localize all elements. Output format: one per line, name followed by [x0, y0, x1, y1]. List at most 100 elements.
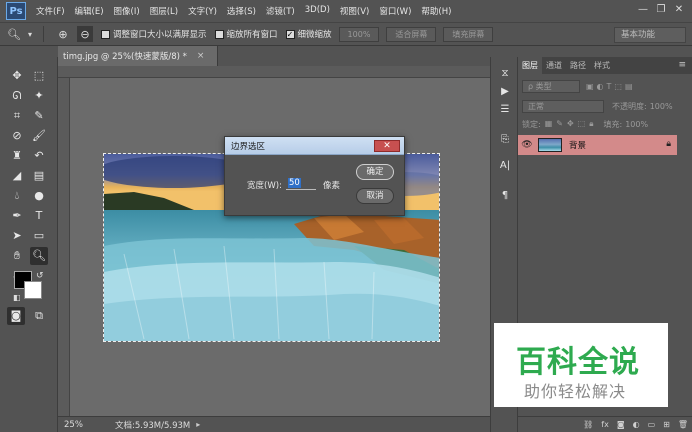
zoom-tool-icon[interactable]: 🔍︎	[30, 247, 48, 265]
type-tool-icon[interactable]: T	[30, 207, 48, 225]
minimize-button[interactable]: —	[634, 3, 652, 17]
layer-row-background[interactable]: 👁︎ 背景 🔒︎	[518, 135, 677, 155]
eraser-tool-icon[interactable]: ◢	[8, 167, 26, 185]
path-selection-tool-icon[interactable]: ➤	[8, 227, 26, 245]
healing-brush-tool-icon[interactable]: ⊘	[8, 127, 26, 145]
eyedropper-tool-icon[interactable]: ✎	[30, 107, 48, 125]
document-tab[interactable]: timg.jpg @ 25%(快速蒙版/8) * ×	[58, 46, 218, 66]
watermark-logo: 百科全说 助你轻松解决	[494, 323, 668, 407]
layer-name: 背景	[569, 141, 587, 151]
mask-icon[interactable]: ◙	[617, 420, 625, 429]
zoom-tool-icon[interactable]: 🔍︎	[6, 26, 22, 42]
menu-help[interactable]: 帮助(H)	[421, 5, 451, 17]
tool-preset-chevron-icon[interactable]: ▾	[22, 26, 38, 42]
hand-tool-icon[interactable]: ✋︎	[8, 247, 26, 265]
dodge-tool-icon[interactable]: ●	[30, 187, 48, 205]
width-input[interactable]: 50	[286, 177, 316, 190]
history-panel-icon[interactable]: ⧖	[496, 65, 514, 83]
resize-windows-checkbox[interactable]: 调整窗口大小以满屏显示	[101, 28, 207, 40]
lock-row: 锁定: ▦✎✥⬚🔒︎ 填充: 100%	[518, 115, 692, 133]
vertical-ruler[interactable]	[58, 78, 70, 416]
zoom-in-icon[interactable]: ⊕	[55, 26, 71, 42]
menu-window[interactable]: 窗口(W)	[379, 5, 411, 17]
tab-channels[interactable]: 通道	[542, 57, 566, 74]
opacity-label: 不透明度:	[612, 101, 647, 111]
menu-file[interactable]: 文件(F)	[36, 5, 65, 17]
move-tool-icon[interactable]: ✥	[8, 67, 26, 85]
tab-paths[interactable]: 路径	[566, 57, 590, 74]
menu-select[interactable]: 选择(S)	[227, 5, 256, 17]
group-icon[interactable]: ▭	[648, 420, 656, 429]
checkbox-box[interactable]	[214, 29, 224, 39]
fx-icon[interactable]: fx	[601, 420, 609, 429]
layer-filter-select[interactable]: ρ 类型	[522, 79, 580, 93]
actions-panel-icon[interactable]: ▶	[496, 83, 514, 101]
fit-screen-button[interactable]: 适合屏幕	[386, 26, 437, 42]
zoom-all-windows-checkbox[interactable]: 缩放所有窗口	[214, 28, 278, 40]
photoshop-logo: Ps	[6, 2, 26, 20]
visibility-eye-icon[interactable]: 👁︎	[518, 140, 536, 150]
trash-icon[interactable]: 🗑︎	[678, 420, 688, 429]
watermark-title: 百科全说	[516, 345, 640, 380]
menu-image[interactable]: 图像(I)	[114, 5, 140, 17]
ok-button[interactable]: 确定	[356, 164, 394, 180]
checkbox-box[interactable]	[101, 29, 110, 39]
brush-tool-icon[interactable]: 🖌︎	[30, 127, 48, 145]
zoom-all-windows-label: 缩放所有窗口	[226, 30, 278, 40]
menu-filter[interactable]: 滤镜(T)	[266, 5, 295, 17]
menu-type[interactable]: 文字(Y)	[188, 5, 217, 17]
tab-styles[interactable]: 样式	[590, 57, 614, 74]
background-color-swatch[interactable]	[24, 281, 42, 299]
panel-menu-icon[interactable]: ≡	[678, 60, 686, 70]
filter-icons[interactable]: ▣◐T⬚▤	[586, 82, 636, 91]
menu-layer[interactable]: 图层(L)	[150, 5, 178, 17]
zoom-level[interactable]: 25%	[58, 420, 90, 430]
new-layer-icon[interactable]: ⊞	[663, 420, 670, 429]
pen-tool-icon[interactable]: ✒	[8, 207, 26, 225]
character-panel-icon[interactable]: A|	[496, 157, 514, 175]
blend-mode-select[interactable]: 正常	[522, 99, 604, 113]
blur-tool-icon[interactable]: 💧︎	[8, 187, 26, 205]
scrubby-zoom-checkbox[interactable]: ✓ 细微缩放	[285, 28, 332, 40]
swap-colors-icon[interactable]: ↺	[36, 271, 44, 281]
cancel-button[interactable]: 取消	[356, 188, 394, 204]
dialog-close-button[interactable]: ✕	[374, 140, 400, 152]
fill-value[interactable]: 100%	[625, 120, 648, 129]
marquee-tool-icon[interactable]: ⬚	[30, 67, 48, 85]
horizontal-ruler[interactable]	[58, 66, 490, 78]
checkbox-checked-icon[interactable]: ✓	[285, 29, 295, 39]
history-brush-tool-icon[interactable]: ↶	[30, 147, 48, 165]
crop-tool-icon[interactable]: ⌗	[8, 107, 26, 125]
dialog-title: 边界选区	[231, 141, 266, 152]
workspace-select[interactable]: 基本功能	[614, 27, 686, 43]
zoom-out-icon[interactable]: ⊖	[77, 26, 93, 42]
menu-3d[interactable]: 3D(D)	[305, 5, 330, 17]
restore-button[interactable]: ❐	[652, 3, 670, 17]
panel-tabs: 图层 通道 路径 样式	[518, 57, 692, 74]
opacity-value[interactable]: 100%	[650, 102, 673, 111]
link-icon[interactable]: ⛓	[583, 420, 593, 429]
tools-panel: ✥ ⬚ ᘏ ✦ ⌗ ✎ ⊘ 🖌︎ ♜ ↶ ◢ ▤ 💧︎ ● ✒ T ➤ ▭ ✋︎…	[0, 57, 58, 432]
resize-windows-label: 调整窗口大小以满屏显示	[113, 30, 207, 40]
paragraph-styles-icon[interactable]: ⎘	[496, 131, 514, 149]
fill-screen-button[interactable]: 填充屏幕	[443, 26, 494, 42]
menu-edit[interactable]: 编辑(E)	[75, 5, 104, 17]
magic-wand-tool-icon[interactable]: ✦	[30, 87, 48, 105]
paragraph-panel-icon[interactable]: ¶	[496, 187, 514, 205]
adjustment-icon[interactable]: ◐	[633, 420, 640, 429]
lasso-tool-icon[interactable]: ᘏ	[8, 87, 26, 105]
tab-layers[interactable]: 图层	[518, 57, 542, 74]
lock-icons[interactable]: ▦✎✥⬚🔒︎	[545, 119, 598, 129]
quick-mask-icon[interactable]: ◙	[7, 307, 25, 325]
clone-stamp-tool-icon[interactable]: ♜	[8, 147, 26, 165]
properties-panel-icon[interactable]: ☰	[496, 101, 514, 119]
menu-view[interactable]: 视图(V)	[340, 5, 369, 17]
shape-tool-icon[interactable]: ▭	[30, 227, 48, 245]
status-menu-arrow-icon[interactable]: ▸	[196, 420, 200, 429]
gradient-tool-icon[interactable]: ▤	[30, 167, 48, 185]
close-tab-icon[interactable]: ×	[197, 51, 205, 61]
close-button[interactable]: ✕	[670, 3, 688, 17]
default-colors-icon[interactable]: ◧	[13, 293, 21, 302]
screen-mode-icon[interactable]: ⧉	[30, 307, 48, 325]
zoom-100-button[interactable]: 100%	[338, 26, 380, 42]
